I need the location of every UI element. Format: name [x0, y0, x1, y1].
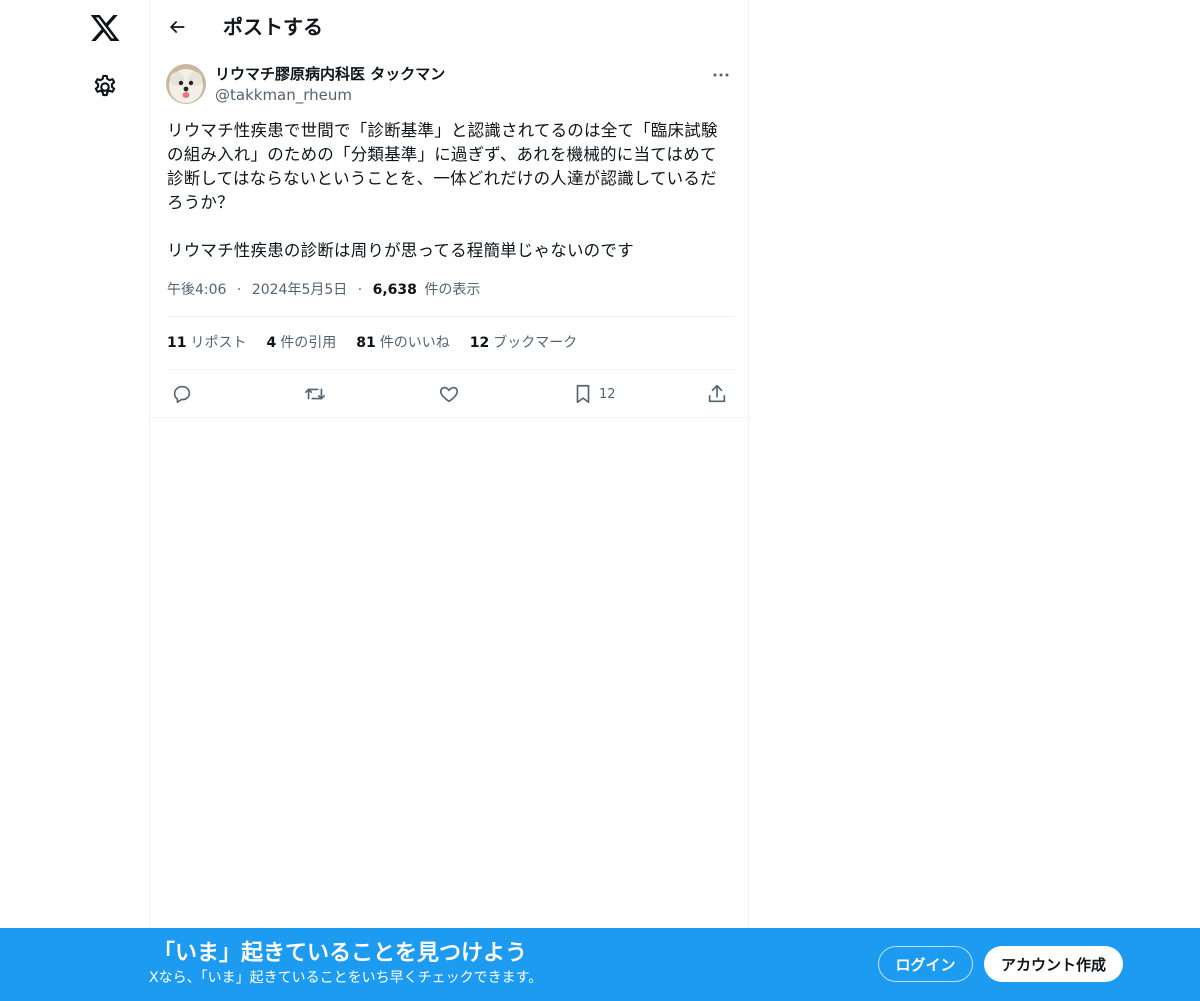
- post-meta: 午後4:06 · 2024年5月5日 · 6,638 件の表示: [167, 280, 480, 300]
- page-title: ポストする: [223, 15, 323, 39]
- post-actions: 12: [167, 378, 735, 410]
- bookmark-icon: [576, 384, 590, 404]
- post-author: リウマチ膠原病内科医 タックマン @takkman_rheum: [166, 64, 736, 108]
- left-nav: [0, 0, 150, 1001]
- author-name[interactable]: リウマチ膠原病内科医 タックマン: [215, 64, 445, 84]
- page-header: ポストする: [150, 0, 750, 54]
- meta-separator: ·: [236, 282, 242, 298]
- post-text: リウマチ性疾患で世間で「診断基準」と認識されてるのは全て「臨床試験 の組み入れ」…: [167, 121, 718, 260]
- stat-reposts[interactable]: 11 リポスト: [167, 333, 246, 353]
- back-button[interactable]: [160, 10, 194, 44]
- likes-label: 件のいいね: [379, 335, 450, 351]
- bookmarks-label: ブックマーク: [493, 335, 578, 351]
- stat-likes[interactable]: 81 件のいいね: [356, 333, 449, 353]
- post-stats: 11 リポスト 4 件の引用 81 件のいいね 12 ブックマーク: [167, 333, 577, 353]
- arrow-left-icon: [170, 21, 185, 33]
- avatar[interactable]: [166, 64, 206, 104]
- banner-title: 「いま」起きていることを見つけよう: [153, 941, 528, 966]
- reply-button[interactable]: [171, 378, 193, 410]
- reposts-count: 11: [167, 335, 187, 351]
- share-icon: [708, 384, 726, 403]
- signup-banner: 「いま」起きていることを見つけよう Xなら、「いま」起きていることをいち早くチェ…: [0, 928, 1200, 1001]
- like-button[interactable]: [438, 378, 460, 410]
- meta-separator: ·: [357, 282, 363, 298]
- divider: [150, 417, 750, 418]
- x-logo-icon[interactable]: [89, 12, 121, 44]
- more-options-button[interactable]: [706, 64, 736, 86]
- author-handle[interactable]: @takkman_rheum: [215, 85, 352, 105]
- banner-subtitle: Xなら、「いま」起きていることをいち早くチェックできます。: [149, 970, 543, 986]
- heart-icon: [439, 386, 459, 403]
- bookmarks-count: 12: [469, 335, 490, 351]
- divider: [167, 369, 735, 370]
- likes-count: 81: [356, 335, 376, 351]
- bookmark-button[interactable]: 12: [572, 378, 616, 410]
- gear-icon[interactable]: [91, 73, 119, 101]
- repost-button[interactable]: [304, 378, 326, 410]
- signup-button[interactable]: アカウント作成: [984, 946, 1123, 982]
- share-button[interactable]: [706, 378, 728, 410]
- stat-quotes[interactable]: 4 件の引用: [266, 333, 336, 353]
- divider: [167, 316, 735, 317]
- views-count: 6,638: [372, 282, 417, 298]
- reposts-label: リポスト: [190, 335, 247, 351]
- stat-bookmarks[interactable]: 12 ブックマーク: [470, 333, 577, 353]
- more-horizontal-icon: [713, 73, 729, 77]
- login-button[interactable]: ログイン: [878, 946, 973, 982]
- reply-icon: [173, 385, 191, 404]
- post-date[interactable]: 2024年5月5日: [252, 282, 347, 298]
- quotes-count: 4: [266, 335, 277, 351]
- post-time[interactable]: 午後4:06: [167, 282, 226, 298]
- main-column: ポストする リウマチ膠原病内科医 タックマン @takkman_rheum リウ…: [149, 0, 750, 1001]
- quotes-label: 件の引用: [280, 335, 337, 351]
- views-label: 件の表示: [424, 282, 481, 298]
- bookmark-count: 12: [599, 386, 616, 402]
- repost-icon: [305, 388, 325, 400]
